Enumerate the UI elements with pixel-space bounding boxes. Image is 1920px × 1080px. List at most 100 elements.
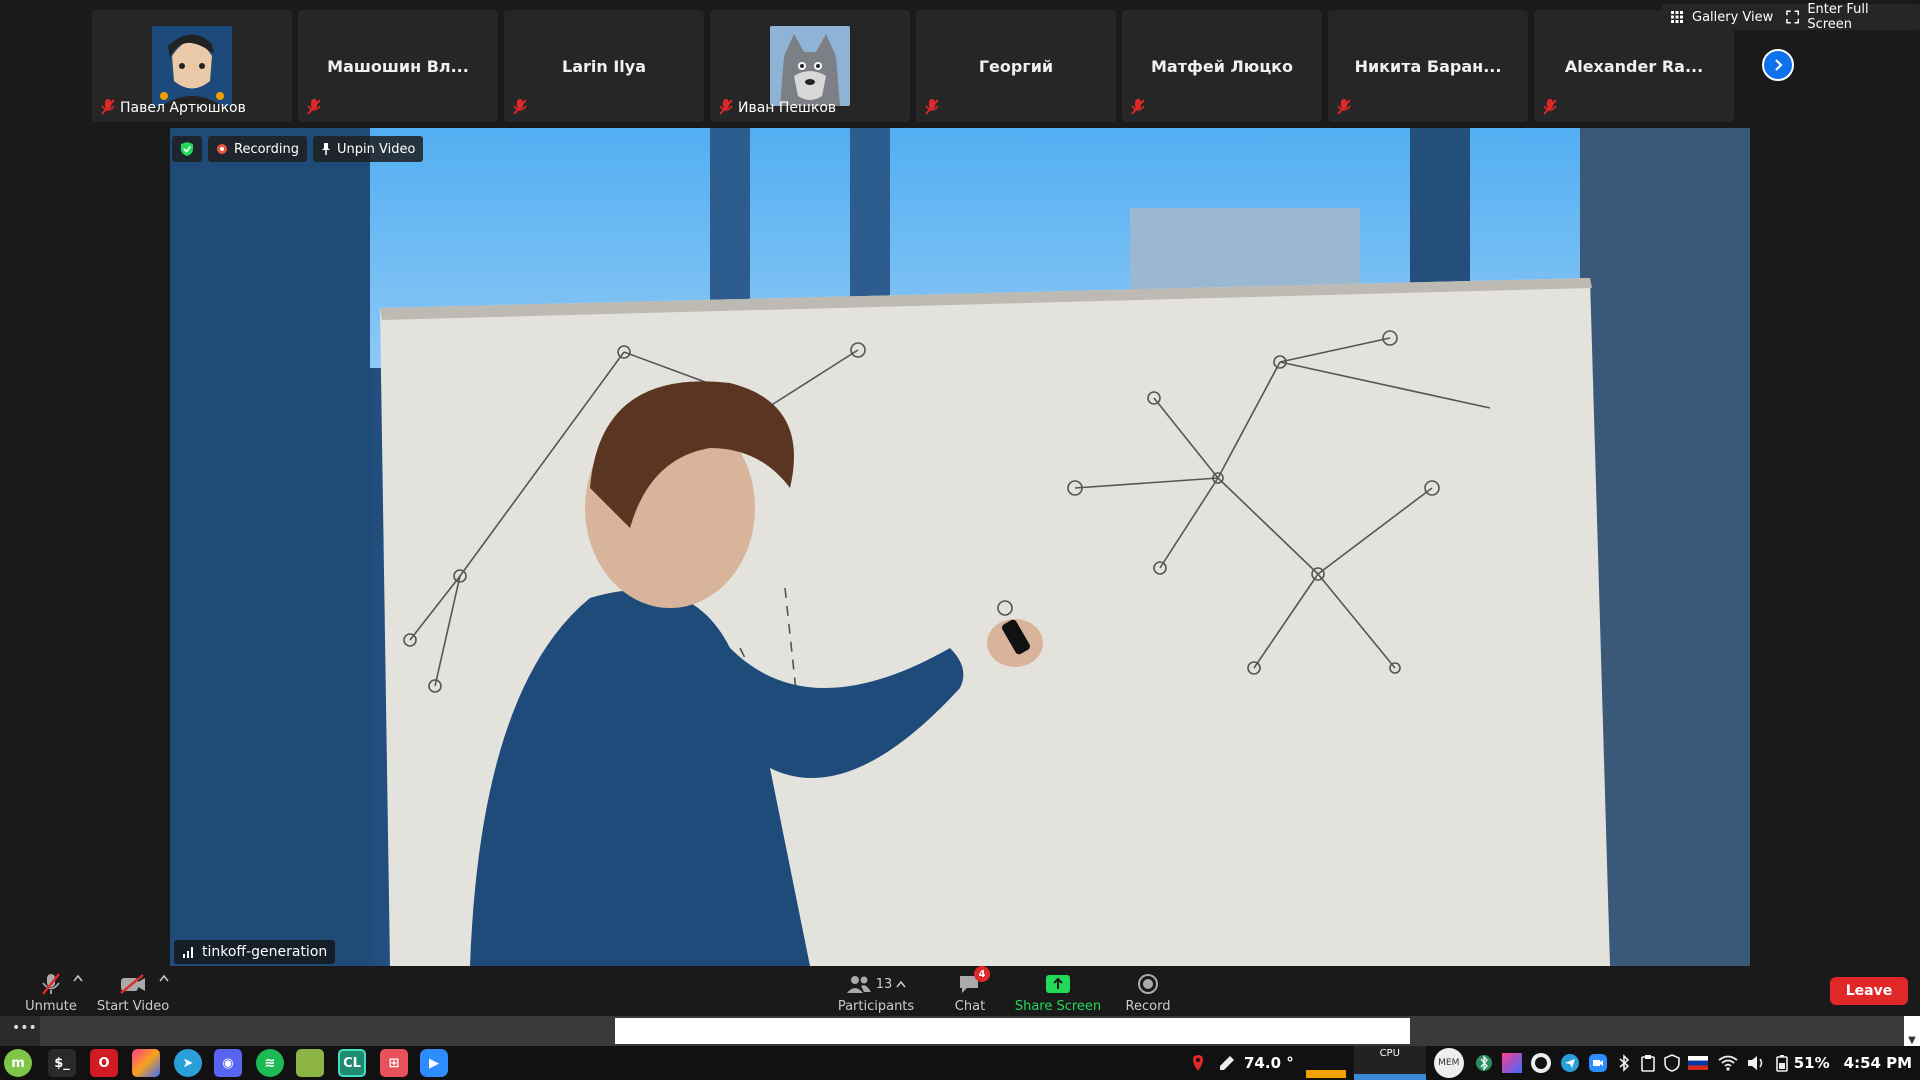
zoom-icon[interactable]: ▶ (420, 1049, 448, 1077)
zoom-tray-icon[interactable] (1588, 1053, 1608, 1073)
mic-muted-icon (307, 99, 321, 115)
video-frame-image (170, 128, 1750, 966)
more-options-icon[interactable]: ••• (12, 1020, 37, 1036)
participant-name: Иван Пешков (738, 100, 837, 116)
participant-tile[interactable]: Машошин Вл... (298, 10, 498, 122)
location-pin-icon[interactable] (1192, 1054, 1204, 1072)
signal-bars-icon (183, 947, 193, 958)
participant-tile[interactable]: Никита Баран... (1328, 10, 1528, 122)
clion-icon[interactable]: CL (338, 1049, 366, 1077)
meeting-toolbar: Unmute Start Video 13 Participants 4 Cha… (0, 966, 1920, 1016)
participant-tile[interactable]: Матфей Люцко (1122, 10, 1322, 122)
audio-options-caret[interactable] (70, 968, 86, 1014)
recording-indicator[interactable]: Recording (208, 136, 308, 162)
participant-name: Матфей Люцко (1150, 56, 1294, 76)
wolf-avatar (770, 26, 850, 106)
mem-graph: MEM (1433, 1048, 1464, 1078)
share-screen-button[interactable]: Share Screen (1014, 968, 1102, 1014)
cartoon-man-avatar (152, 26, 232, 106)
bluetooth-status-icon[interactable] (1616, 1054, 1632, 1072)
next-page-button[interactable] (1762, 49, 1794, 81)
full-screen-button[interactable]: Enter Full Screen (1778, 2, 1920, 32)
scrollbar-track[interactable] (40, 1016, 1904, 1046)
chevron-right-icon (1775, 59, 1783, 71)
chat-label: Chat (954, 999, 986, 1014)
unpin-video-button[interactable]: Unpin Video (313, 136, 424, 162)
participant-tile[interactable]: Георгий (916, 10, 1116, 122)
participant-name: Павел Артюшков (120, 100, 246, 116)
mic-muted-icon (1337, 99, 1351, 115)
temp-graph (1305, 1048, 1346, 1078)
participant-name: Никита Баран... (1354, 56, 1502, 76)
participants-count: 13 (875, 976, 893, 992)
jetbrains-icon[interactable] (132, 1049, 160, 1077)
expand-icon (1786, 10, 1800, 24)
participant-strip: Павел Артюшков Машошин Вл... Larin Ilya … (0, 0, 1920, 128)
record-icon (1138, 974, 1158, 994)
app-icon[interactable]: ⊞ (380, 1049, 408, 1077)
clock[interactable]: 4:54 PM (1844, 1054, 1912, 1072)
chat-button[interactable]: 4 Chat (950, 966, 990, 1014)
participant-tile[interactable]: Иван Пешков (710, 10, 910, 122)
obs-tray-icon[interactable] (1530, 1052, 1552, 1074)
bluetooth-icon[interactable] (1475, 1054, 1492, 1072)
mem-label: MEM (1438, 1058, 1460, 1068)
files-folder-icon[interactable] (296, 1049, 324, 1077)
shield-icon (181, 142, 193, 156)
chevron-up-icon (896, 980, 906, 988)
participants-button[interactable]: 13 Participants (836, 968, 916, 1014)
mint-menu-icon[interactable]: m (4, 1049, 32, 1077)
camera-off-icon (120, 974, 145, 994)
battery-icon[interactable] (1775, 1054, 1788, 1072)
telegram-tray-icon[interactable] (1560, 1053, 1580, 1073)
security-shield-icon[interactable] (1663, 1054, 1680, 1072)
share-screen-icon (1046, 975, 1070, 993)
scroll-down-arrow-icon[interactable]: ▼ (1904, 1016, 1920, 1046)
leave-button[interactable]: Leave (1830, 977, 1908, 1005)
scrollbar-thumb[interactable] (615, 1018, 1410, 1044)
opera-icon[interactable]: O (90, 1049, 118, 1077)
full-screen-label: Enter Full Screen (1807, 2, 1869, 32)
clipboard-icon[interactable] (1640, 1054, 1656, 1072)
participant-name: Машошин Вл... (327, 56, 469, 76)
video-options-caret[interactable] (156, 968, 172, 1014)
unpin-video-label: Unpin Video (337, 141, 416, 157)
cpu-graph: CPU (1353, 1046, 1426, 1080)
mic-muted-icon (719, 99, 733, 115)
encryption-badge[interactable] (172, 136, 202, 162)
chevron-up-icon (159, 974, 169, 982)
temperature-readout: 74.0 ° (1244, 1054, 1294, 1072)
mic-muted-icon (1131, 99, 1145, 115)
gallery-view-button[interactable]: Gallery View (1662, 4, 1782, 30)
participant-name: Георгий (978, 56, 1054, 76)
horizontal-scrollbar: ••• ▼ (0, 1016, 1920, 1046)
volume-icon[interactable] (1746, 1055, 1766, 1071)
record-button[interactable]: Record (1124, 968, 1172, 1014)
toolbox-tray-icon[interactable] (1501, 1053, 1522, 1073)
system-tray: 74.0 ° CPU MEM 51% 4:54 PM (1192, 1046, 1912, 1080)
share-screen-label: Share Screen (1014, 999, 1102, 1014)
participant-name: Larin Ilya (562, 56, 646, 76)
mic-muted-icon (513, 99, 527, 115)
os-taskbar: m $_ O ➤ ◉ ≋ CL ⊞ ▶ 74.0 ° CPU MEM 51% 4… (0, 1046, 1920, 1080)
participants-label: Participants (837, 999, 915, 1014)
wifi-icon[interactable] (1718, 1055, 1738, 1071)
pin-icon (322, 143, 331, 155)
main-video (170, 128, 1750, 966)
mic-muted-icon (1543, 99, 1557, 115)
telegram-icon[interactable]: ➤ (174, 1049, 202, 1077)
spotify-icon[interactable]: ≋ (256, 1049, 284, 1077)
terminal-icon[interactable]: $_ (48, 1049, 76, 1077)
discord-icon[interactable]: ◉ (214, 1049, 242, 1077)
participants-icon (846, 976, 871, 993)
mic-muted-icon (925, 99, 939, 115)
speaker-name-tag: tinkoff-generation (174, 940, 336, 964)
recording-label: Recording (234, 141, 300, 157)
participant-tile[interactable]: Larin Ilya (504, 10, 704, 122)
chevron-up-icon (73, 974, 83, 982)
record-dot-icon (217, 144, 227, 154)
keyboard-layout-flag-icon[interactable] (1687, 1056, 1708, 1070)
participant-tile[interactable]: Павел Артюшков (92, 10, 292, 122)
thermometer-icon (1220, 1056, 1234, 1070)
gallery-view-label: Gallery View (1692, 9, 1774, 25)
